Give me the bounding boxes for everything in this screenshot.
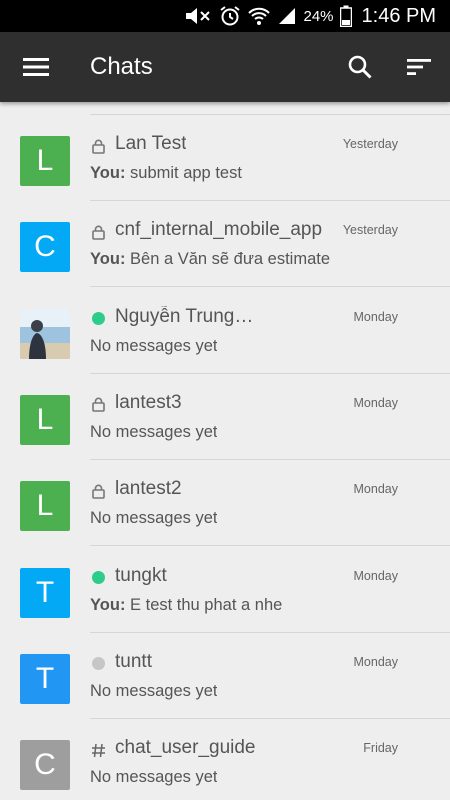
message-text: No messages yet: [90, 681, 218, 700]
chat-name: chat_user_guide: [115, 737, 256, 759]
status-bar: 24% 1:46 PM: [0, 0, 450, 32]
hamburger-menu-button[interactable]: [8, 32, 64, 102]
avatar: C: [20, 740, 70, 791]
chat-time: Monday: [353, 654, 398, 669]
chat-name: Lan Test: [115, 133, 187, 154]
online-status-dot: [90, 310, 106, 328]
chat-time: Monday: [353, 482, 398, 497]
chat-row[interactable]: L Lan Test Yesterday You: submit app test: [0, 115, 450, 201]
avatar: L: [20, 394, 70, 445]
chat-row[interactable]: Llantest3 Monday No messages yet: [0, 374, 450, 460]
wifi-icon: [247, 5, 271, 27]
alarm-icon: [219, 5, 241, 27]
message-text: E test thu phat a nhe: [125, 595, 283, 614]
avatar: T: [20, 653, 70, 704]
chat-row[interactable]: Cchat_user_guide Friday No messages yet: [0, 719, 450, 800]
chat-last-message: You: Bên a Văn sẽ đưa estimate: [90, 250, 330, 269]
lock-icon: [90, 137, 106, 155]
chat-time: Monday: [353, 395, 398, 410]
chat-name: cnf_internal_mobile_app: [115, 219, 323, 241]
online-status-dot: [90, 569, 106, 587]
avatar-letter: L: [36, 402, 54, 436]
search-icon: [348, 55, 372, 79]
mute-icon: [183, 6, 213, 26]
chat-list: L Lan Test Yesterday You: submit app test Cc…: [0, 102, 450, 800]
chat-last-message: You: E test thu phat a nhe: [90, 596, 282, 615]
chat-last-message: No messages yet: [90, 768, 217, 787]
chat-name: tungkt: [115, 564, 167, 586]
chat-row[interactable]: Llantest2 Monday No messages yet: [0, 460, 450, 547]
app-toolbar: Chats: [0, 32, 450, 102]
lock-icon: [90, 223, 106, 241]
chat-time: Monday: [353, 309, 398, 324]
chat-time: Yesterday: [342, 223, 398, 238]
chat-name: lantest2: [115, 478, 182, 500]
chat-last-message: No messages yet: [90, 682, 217, 701]
avatar: C: [20, 222, 70, 273]
avatar-letter: L: [36, 144, 54, 177]
sender-label: You:: [90, 595, 126, 614]
avatar-letter: C: [34, 748, 56, 782]
chat-last-message: You: submit app test: [90, 164, 242, 183]
status-time: 1:46 PM: [361, 4, 436, 27]
avatar: L: [20, 136, 70, 186]
signal-icon: [277, 6, 297, 26]
avatar: [20, 308, 70, 359]
avatar-letter: T: [35, 575, 55, 609]
avatar-letter: T: [35, 661, 55, 695]
message-text: submit app test: [125, 164, 242, 182]
chat-last-message: No messages yet: [90, 423, 217, 442]
sort-button[interactable]: [392, 32, 448, 102]
message-text: No messages yet: [90, 768, 218, 787]
chat-last-message: No messages yet: [90, 337, 217, 356]
chat-last-message: No messages yet: [90, 509, 217, 528]
sort-icon: [407, 59, 431, 75]
avatar: L: [20, 481, 70, 532]
lock-icon: [90, 396, 106, 414]
chat-time: Yesterday: [342, 137, 398, 151]
search-button[interactable]: [332, 32, 388, 102]
battery-icon: [339, 5, 352, 27]
away-status-dot: [90, 655, 106, 673]
chat-row[interactable]: Ccnf_internal_mobile_app Yesterday You: Bê…: [0, 201, 450, 288]
chat-name: tuntt: [115, 650, 152, 672]
battery-percent: 24%: [303, 7, 334, 25]
chat-time: Monday: [353, 568, 398, 583]
chat-name: lantest3: [115, 391, 182, 413]
lock-icon: [90, 482, 106, 500]
chat-row[interactable]: Ttungkt Monday You: E test thu phat a nhe: [0, 547, 450, 633]
chat-name: Nguyễn Trung…: [115, 305, 254, 327]
chat-row[interactable]: Ttuntt Monday No messages yet: [0, 633, 450, 719]
message-text: No messages yet: [90, 422, 218, 441]
chat-time: Friday: [363, 741, 398, 756]
message-text: Bên a Văn sẽ đưa estimate: [125, 250, 331, 269]
sender-label: You:: [90, 250, 126, 269]
message-text: No messages yet: [90, 509, 218, 528]
page-title: Chats: [90, 53, 153, 80]
avatar-letter: L: [36, 489, 54, 523]
hash-icon: [90, 741, 106, 759]
chat-row[interactable]: Nguyễn Trung… Monday No messages yet: [0, 288, 450, 374]
avatar-letter: C: [34, 230, 56, 264]
hamburger-menu-icon: [23, 58, 49, 76]
message-text: No messages yet: [90, 336, 218, 355]
avatar: T: [20, 567, 70, 618]
sender-label: You:: [90, 164, 126, 182]
